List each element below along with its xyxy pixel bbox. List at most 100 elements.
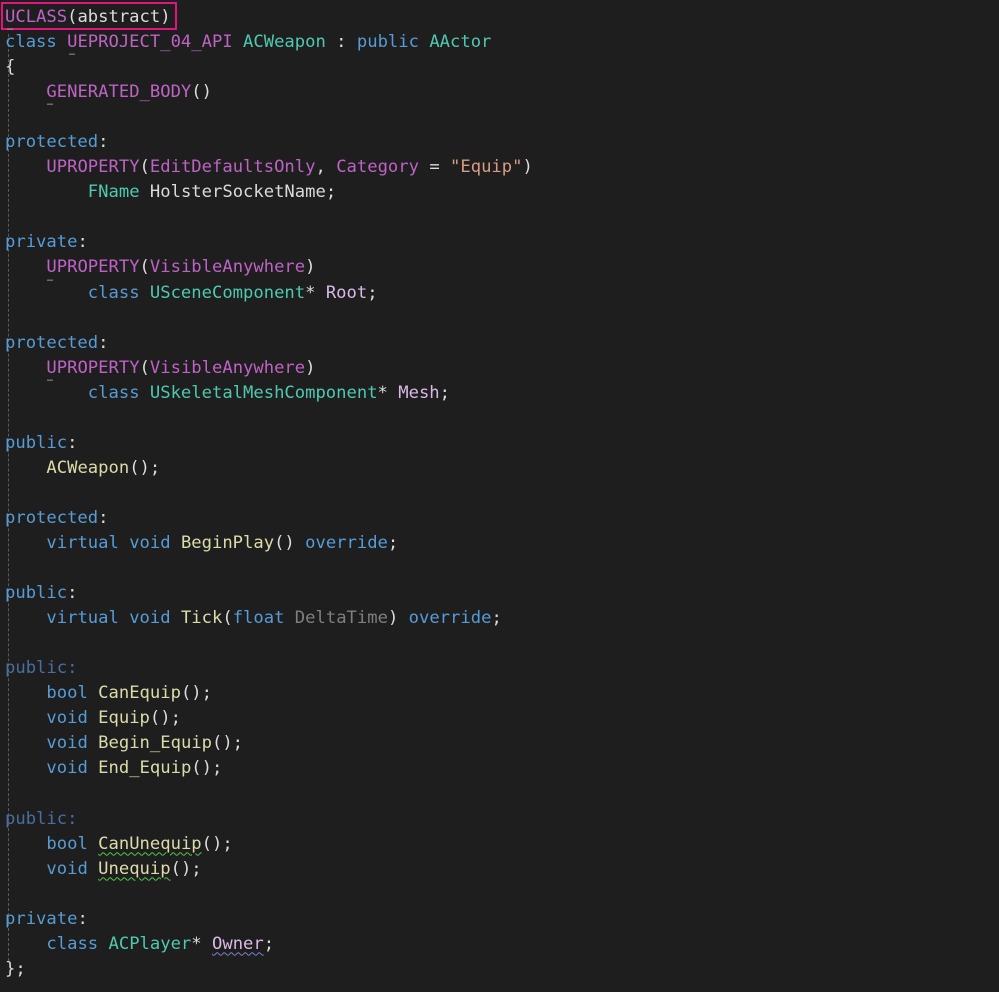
code-line[interactable]: ACWeapon(); <box>5 456 999 481</box>
code-token: * <box>377 382 399 403</box>
code-token: * <box>305 282 326 303</box>
code-line[interactable] <box>5 631 999 656</box>
code-line[interactable]: virtual void Tick(float DeltaTime) overr… <box>5 606 999 631</box>
code-token: (); <box>129 457 161 478</box>
code-line[interactable] <box>5 781 999 806</box>
code-line[interactable]: public: <box>5 807 999 832</box>
code-token: protected <box>5 507 99 528</box>
code-line[interactable] <box>5 105 999 130</box>
code-token: ; <box>387 532 399 553</box>
code-token: GENERATED_BODY <box>46 82 192 103</box>
code-token: : <box>67 808 78 829</box>
code-line[interactable] <box>5 406 999 431</box>
code-token: public <box>5 583 68 604</box>
code-line[interactable]: protected: <box>5 331 999 356</box>
suggestion-dots-icon: … <box>47 272 55 284</box>
code-editor[interactable]: UCLASS(abstract) class UEPROJECT_04_API A… <box>0 0 999 992</box>
code-line[interactable]: bool CanUnequip(); <box>5 832 999 857</box>
code-line[interactable]: public: <box>5 581 999 606</box>
code-token: UEPROJECT_04_API <box>67 32 233 53</box>
code-token: ; <box>491 608 502 629</box>
code-token: virtual void <box>46 608 181 629</box>
code-token: (); <box>201 833 233 854</box>
code-line[interactable]: UPROPERTY(VisibleAnywhere) <box>5 255 999 280</box>
code-lines[interactable]: UCLASS(abstract) class UEPROJECT_04_API A… <box>5 5 999 982</box>
code-token: : <box>98 132 109 153</box>
code-line[interactable]: void Begin_Equip(); <box>5 731 999 756</box>
code-token: : <box>77 908 88 929</box>
code-token: void <box>46 733 99 754</box>
code-token: () <box>191 82 212 103</box>
code-token: () <box>274 532 306 553</box>
code-line[interactable]: FName HolsterSocketName; <box>5 180 999 205</box>
code-line[interactable] <box>5 882 999 907</box>
code-token: UPROPERTY <box>46 157 140 178</box>
code-token: (); <box>180 683 212 704</box>
code-token: ; <box>439 382 451 403</box>
code-token: : <box>77 232 88 253</box>
code-line[interactable]: public: <box>5 656 999 681</box>
code-token: USceneComponent <box>149 282 306 303</box>
code-token: : <box>98 507 109 528</box>
code-token: void <box>46 758 99 779</box>
code-line[interactable]: void Equip(); <box>5 706 999 731</box>
code-token: Equip <box>98 708 150 729</box>
code-line[interactable]: public: <box>5 431 999 456</box>
code-token: Mesh <box>398 382 440 403</box>
code-line[interactable]: { <box>5 55 999 80</box>
code-line[interactable]: void Unequip(); <box>5 857 999 882</box>
code-token: ACWeapon <box>46 457 130 478</box>
code-line[interactable] <box>5 306 999 331</box>
code-line[interactable] <box>5 481 999 506</box>
code-line[interactable]: protected: <box>5 130 999 155</box>
code-token: CanUnequip <box>98 833 202 854</box>
code-line[interactable]: class USkeletalMeshComponent* Mesh; <box>5 381 999 406</box>
code-line[interactable]: }; <box>5 957 999 982</box>
code-line[interactable]: private: <box>5 230 999 255</box>
code-token: * <box>191 933 212 954</box>
code-token: ; <box>263 933 275 954</box>
code-token: : <box>67 583 78 604</box>
code-line[interactable]: private: <box>5 907 999 932</box>
code-token: ( <box>139 257 150 278</box>
code-line[interactable]: UPROPERTY(EditDefaultsOnly, Category = "… <box>5 155 999 180</box>
code-line[interactable] <box>5 556 999 581</box>
code-token: protected <box>5 332 99 353</box>
code-token: class <box>46 933 109 954</box>
code-line[interactable]: protected: <box>5 506 999 531</box>
code-token: void <box>46 858 99 879</box>
code-line[interactable]: class UEPROJECT_04_API ACWeapon : public… <box>5 30 999 55</box>
code-token: Owner <box>212 933 264 954</box>
code-line[interactable]: class USceneComponent* Root; <box>5 281 999 306</box>
code-line[interactable]: bool CanEquip(); <box>5 681 999 706</box>
code-token: = <box>418 157 451 178</box>
code-line[interactable]: void End_Equip(); <box>5 756 999 781</box>
suggestion-dots-icon: … <box>47 372 55 384</box>
code-token: ) <box>387 608 409 629</box>
code-token: public <box>5 432 68 453</box>
code-line[interactable]: UPROPERTY(VisibleAnywhere) <box>5 356 999 381</box>
highlight-box <box>1 2 177 30</box>
code-token: public <box>356 32 430 53</box>
code-line[interactable]: GENERATED_BODY() <box>5 80 999 105</box>
code-token: VisibleAnywhere <box>149 357 306 378</box>
code-token: virtual void <box>46 532 181 553</box>
code-token: , <box>315 157 337 178</box>
code-token: Category <box>336 157 419 178</box>
code-token: AActor <box>429 32 492 53</box>
code-line[interactable]: virtual void BeginPlay() override; <box>5 531 999 556</box>
code-token: public <box>5 808 68 829</box>
code-line[interactable] <box>5 205 999 230</box>
code-token: UPROPERTY <box>46 357 140 378</box>
code-token: class <box>87 382 150 403</box>
code-line[interactable]: class ACPlayer* Owner; <box>5 932 999 957</box>
